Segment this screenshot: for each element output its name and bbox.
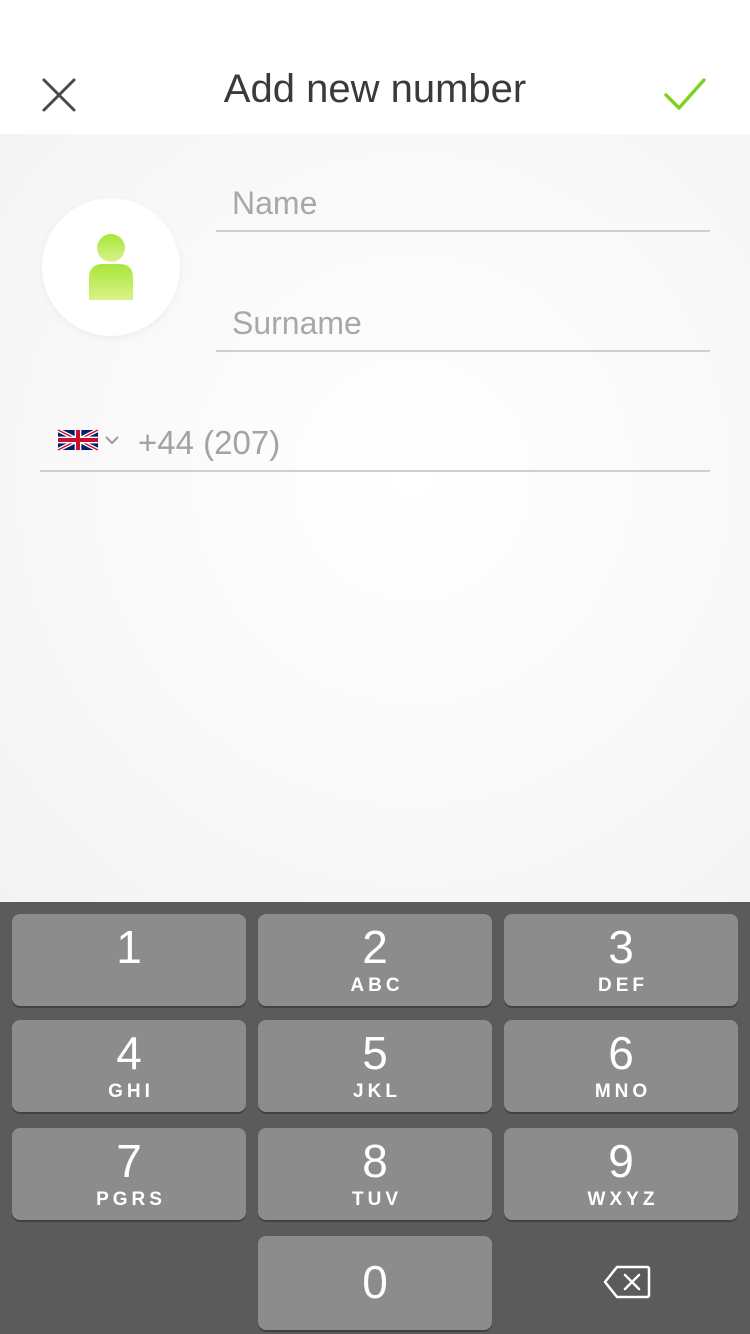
numeric-keypad: 1 2 ABC 3 DEF 4 GHI 5 JKL 6 MNO 7 PGRS 8…	[0, 902, 750, 1334]
surname-field[interactable]	[216, 298, 726, 352]
person-icon	[89, 234, 133, 300]
key-digit: 7	[116, 1135, 142, 1187]
key-digit: 1	[116, 921, 142, 973]
header-bar: Add new number	[0, 0, 750, 134]
key-digit: 9	[608, 1135, 634, 1187]
key-letters: MNO	[594, 1081, 652, 1102]
close-icon	[42, 78, 76, 112]
key-digit: 2	[362, 921, 388, 973]
key-0[interactable]: 0	[258, 1236, 492, 1330]
key-digit: 0	[362, 1256, 388, 1308]
key-digit: 8	[362, 1135, 388, 1187]
close-button[interactable]	[34, 70, 84, 120]
key-2[interactable]: 2 ABC	[258, 914, 492, 1006]
chevron-down-icon	[105, 436, 119, 445]
key-digit: 5	[362, 1027, 388, 1079]
uk-flag-icon	[58, 428, 98, 452]
key-letters: PGRS	[96, 1189, 166, 1210]
backspace-icon	[603, 1265, 651, 1299]
key-4[interactable]: 4 GHI	[12, 1020, 246, 1112]
key-3[interactable]: 3 DEF	[504, 914, 738, 1006]
confirm-button[interactable]	[656, 68, 714, 122]
delete-button[interactable]	[590, 1258, 664, 1306]
surname-input[interactable]	[216, 298, 726, 348]
key-letters: GHI	[108, 1081, 154, 1102]
name-field[interactable]	[216, 178, 726, 232]
checkmark-icon	[664, 78, 706, 110]
phone-field	[40, 418, 710, 472]
key-letters: JKL	[353, 1081, 401, 1102]
phone-input-wrap	[138, 418, 710, 468]
key-5[interactable]: 5 JKL	[258, 1020, 492, 1112]
key-letters: DEF	[598, 975, 648, 996]
key-letters: WXYZ	[587, 1189, 659, 1210]
key-1[interactable]: 1	[12, 914, 246, 1006]
key-digit: 3	[608, 921, 634, 973]
key-digit: 4	[116, 1027, 142, 1079]
key-9[interactable]: 9 WXYZ	[504, 1128, 738, 1220]
avatar-button[interactable]	[42, 198, 180, 336]
key-6[interactable]: 6 MNO	[504, 1020, 738, 1112]
key-letters: TUV	[352, 1189, 402, 1210]
country-selector[interactable]	[58, 426, 120, 454]
key-digit: 6	[608, 1027, 634, 1079]
page-title: Add new number	[223, 67, 527, 111]
key-8[interactable]: 8 TUV	[258, 1128, 492, 1220]
key-7[interactable]: 7 PGRS	[12, 1128, 246, 1220]
phone-input[interactable]	[138, 418, 710, 468]
key-letters: ABC	[350, 975, 404, 996]
name-input[interactable]	[216, 178, 726, 228]
